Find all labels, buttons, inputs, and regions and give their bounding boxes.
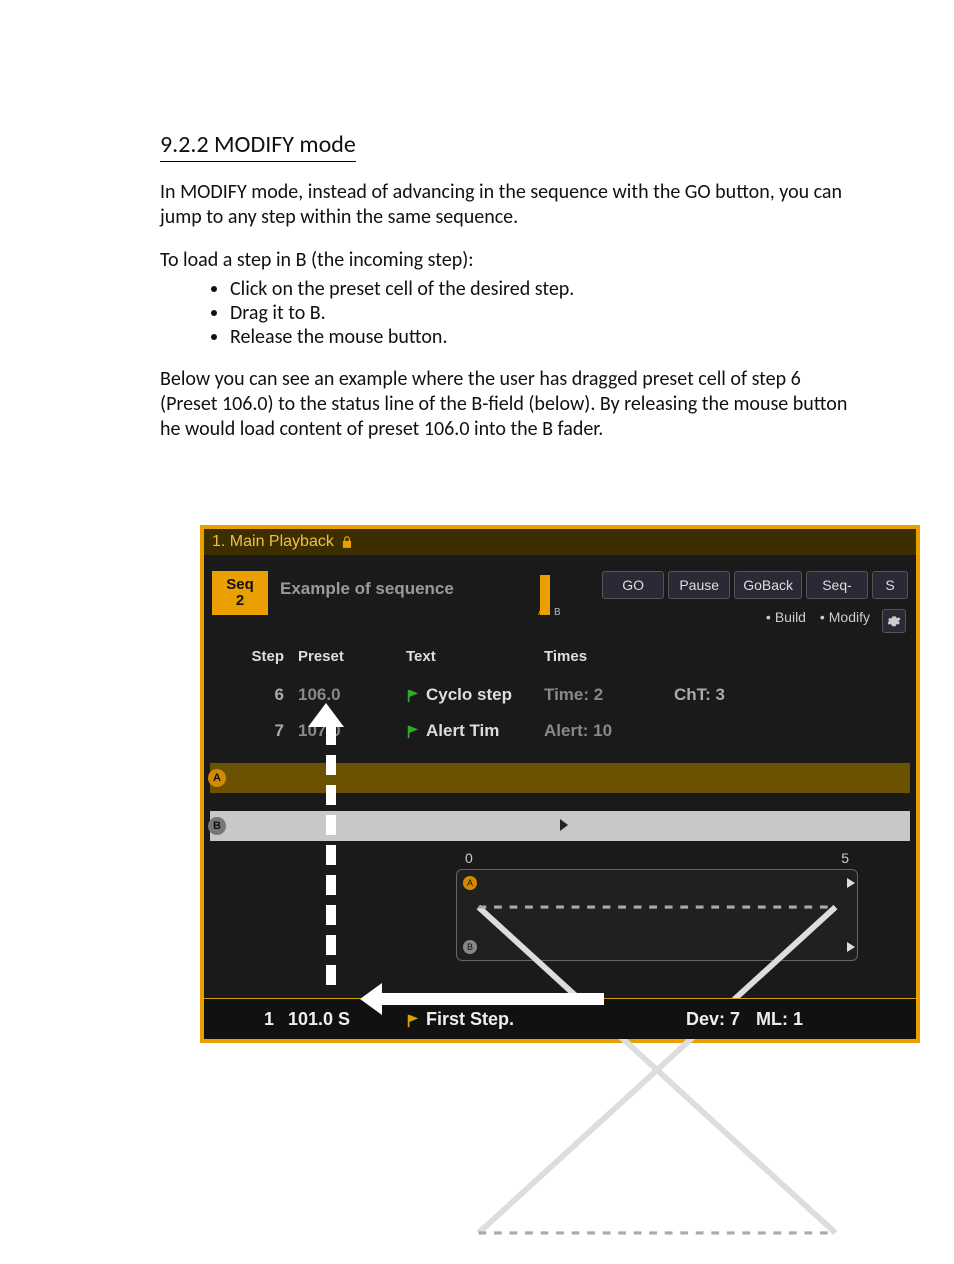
go-button[interactable]: GO bbox=[602, 571, 664, 599]
playback-panel: 1. Main Playback Seq 2 Example of sequen… bbox=[200, 525, 920, 1043]
table-row[interactable]: 6 106.0 Cyclo step Time: 2 ChT: 3 bbox=[204, 677, 916, 713]
ab-indicator: A B bbox=[540, 575, 570, 615]
cell-preset[interactable]: 106.0 bbox=[290, 685, 398, 705]
table-row[interactable]: 7 107.0 Alert Tim Alert: 10 bbox=[204, 713, 916, 749]
status-text: First Step. bbox=[398, 1009, 606, 1030]
status-text-value: First Step. bbox=[426, 1009, 514, 1030]
lane-a-badge: A bbox=[208, 769, 226, 787]
seq-block[interactable]: Seq 2 bbox=[212, 571, 268, 615]
list-item: Click on the preset cell of the desired … bbox=[230, 277, 860, 301]
modify-mode[interactable]: Modify bbox=[829, 609, 870, 625]
panel-titlebar: 1. Main Playback bbox=[204, 529, 916, 555]
arrow-right-icon bbox=[847, 878, 855, 888]
settings-button[interactable] bbox=[882, 609, 906, 633]
chart-lines bbox=[463, 876, 851, 1264]
mode-options: •Build •Modify bbox=[756, 609, 870, 625]
build-mode[interactable]: Build bbox=[775, 609, 806, 625]
panel-title: 1. Main Playback bbox=[212, 533, 334, 551]
section-heading: 9.2.2 MODIFY mode bbox=[160, 130, 356, 162]
crossfade-chart: 0 5 A B bbox=[456, 869, 858, 961]
status-preset: 101.0 S bbox=[280, 1009, 398, 1030]
cell-text: Cyclo step bbox=[398, 685, 536, 705]
play-icon bbox=[560, 819, 568, 831]
col-times: Times bbox=[536, 643, 654, 669]
paragraph-example: Below you can see an example where the u… bbox=[160, 367, 860, 442]
cell-text-value: Cyclo step bbox=[426, 685, 512, 705]
cell-times: Alert: 10 bbox=[536, 721, 654, 741]
lock-icon bbox=[340, 535, 354, 549]
paragraph-steps-intro: To load a step in B (the incoming step): bbox=[160, 248, 860, 273]
chart-tick-left: 0 bbox=[465, 850, 473, 866]
cell-text-value: Alert Tim bbox=[426, 721, 499, 741]
flag-icon bbox=[406, 688, 420, 702]
goback-button[interactable]: GoBack bbox=[734, 571, 802, 599]
status-step: 1 bbox=[204, 1009, 280, 1030]
cell-times: Time: 2 bbox=[536, 685, 654, 705]
paragraph-intro: In MODIFY mode, instead of advancing in … bbox=[160, 180, 860, 230]
cell-text: Alert Tim bbox=[398, 721, 536, 741]
status-dev: Dev: 7 bbox=[666, 1009, 740, 1030]
arrow-right-icon bbox=[847, 942, 855, 952]
cell-step: 7 bbox=[204, 721, 290, 741]
lane-b-badge: B bbox=[208, 817, 226, 835]
b-indicator-label: B bbox=[554, 607, 561, 618]
seq-label: Seq bbox=[226, 577, 254, 593]
list-item: Release the mouse button. bbox=[230, 325, 860, 349]
list-item: Drag it to B. bbox=[230, 301, 860, 325]
sequence-name: Example of sequence bbox=[280, 579, 454, 599]
flag-icon bbox=[406, 1012, 420, 1026]
cell-preset[interactable]: 107.0 bbox=[290, 721, 398, 741]
step-list: Click on the preset cell of the desired … bbox=[230, 277, 860, 349]
lane-a[interactable]: A bbox=[210, 763, 910, 793]
b-status-row[interactable]: 1 101.0 S First Step. Dev: 7 ML: 1 bbox=[204, 998, 916, 1039]
status-ml: ML: 1 bbox=[740, 1009, 803, 1030]
col-preset: Preset bbox=[290, 643, 398, 669]
cell-step: 6 bbox=[204, 685, 290, 705]
column-headers: Step Preset Text Times bbox=[204, 643, 916, 669]
col-step: Step bbox=[204, 643, 290, 669]
seq-number: 2 bbox=[236, 593, 244, 609]
seq-minus-button[interactable]: Seq- bbox=[806, 571, 868, 599]
gear-icon bbox=[887, 614, 901, 628]
flag-icon bbox=[406, 724, 420, 738]
document-body: 9.2.2 MODIFY mode In MODIFY mode, instea… bbox=[160, 130, 860, 460]
lane-b[interactable]: B bbox=[210, 811, 910, 841]
pause-button[interactable]: Pause bbox=[668, 571, 730, 599]
seq-plus-button[interactable]: S bbox=[872, 571, 908, 599]
a-indicator-label: A bbox=[538, 607, 544, 617]
cell-extra: ChT: 3 bbox=[654, 685, 916, 705]
col-text: Text bbox=[398, 643, 536, 669]
chart-tick-right: 5 bbox=[841, 850, 849, 866]
